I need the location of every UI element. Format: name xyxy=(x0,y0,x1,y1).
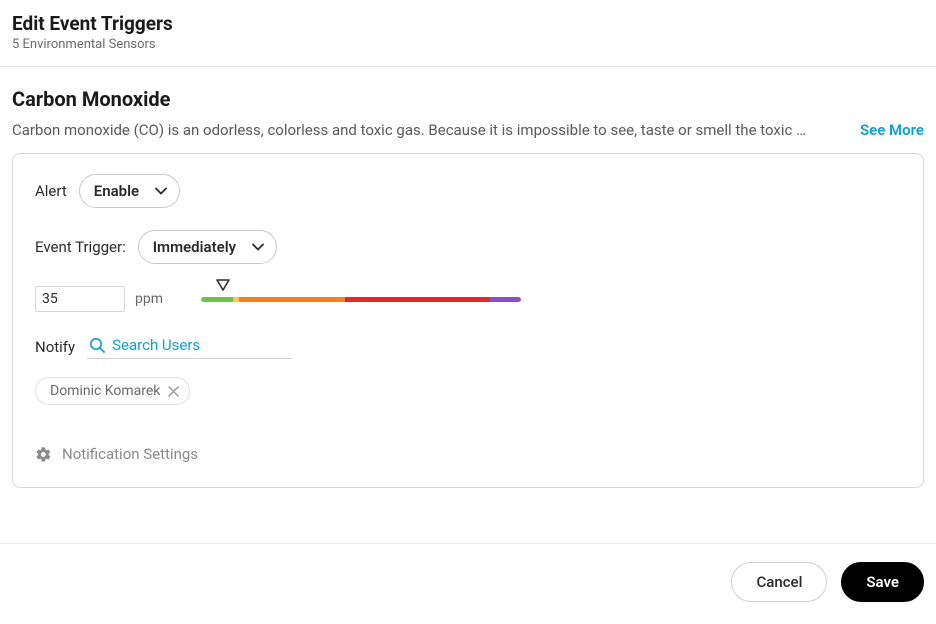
chevron-down-icon xyxy=(252,243,264,251)
event-trigger-select-value: Immediately xyxy=(153,238,236,256)
slider-track xyxy=(201,297,521,302)
slider-segment-green xyxy=(201,297,233,302)
notification-settings-link[interactable]: Notification Settings xyxy=(35,445,198,463)
save-button[interactable]: Save xyxy=(841,562,924,602)
notify-label: Notify xyxy=(35,338,75,356)
event-trigger-select[interactable]: Immediately xyxy=(138,230,277,264)
body: Carbon Monoxide Carbon monoxide (CO) is … xyxy=(0,67,936,488)
section-title: Carbon Monoxide xyxy=(12,87,924,111)
event-trigger-row: Event Trigger: Immediately xyxy=(35,230,901,264)
threshold-slider[interactable] xyxy=(201,297,521,302)
gear-icon xyxy=(35,446,52,463)
page-header: Edit Event Triggers 5 Environmental Sens… xyxy=(0,0,936,67)
threshold-row: ppm xyxy=(35,286,901,312)
alert-select-value: Enable xyxy=(94,182,139,200)
notify-search[interactable] xyxy=(87,334,292,359)
slider-segment-red xyxy=(345,297,489,302)
alert-label: Alert xyxy=(35,182,67,200)
notify-search-input[interactable] xyxy=(112,336,311,354)
page-title: Edit Event Triggers xyxy=(12,12,924,35)
footer: Cancel Save xyxy=(0,543,936,620)
see-more-link[interactable]: See More xyxy=(860,121,924,139)
search-icon xyxy=(89,337,106,354)
cancel-button[interactable]: Cancel xyxy=(731,562,827,602)
threshold-unit: ppm xyxy=(135,291,163,307)
slider-thumb[interactable] xyxy=(216,279,230,291)
section-description-row: Carbon monoxide (CO) is an odorless, col… xyxy=(12,121,924,139)
page-subtitle: 5 Environmental Sensors xyxy=(12,37,924,52)
notify-users: Dominic Komarek xyxy=(35,377,901,405)
notification-settings-label: Notification Settings xyxy=(62,445,198,463)
user-chip: Dominic Komarek xyxy=(35,377,190,405)
notify-row: Notify xyxy=(35,334,901,359)
slider-segment-orange xyxy=(239,297,345,302)
trigger-card: Alert Enable Event Trigger: Immediately … xyxy=(12,153,924,488)
alert-row: Alert Enable xyxy=(35,174,901,208)
chevron-down-icon xyxy=(155,187,167,195)
user-chip-name: Dominic Komarek xyxy=(50,383,160,399)
threshold-input[interactable] xyxy=(35,286,125,312)
remove-user-icon[interactable] xyxy=(168,386,179,397)
alert-select[interactable]: Enable xyxy=(79,174,180,208)
slider-segment-purple xyxy=(489,297,521,302)
event-trigger-label: Event Trigger: xyxy=(35,238,126,256)
section-description: Carbon monoxide (CO) is an odorless, col… xyxy=(12,121,846,139)
